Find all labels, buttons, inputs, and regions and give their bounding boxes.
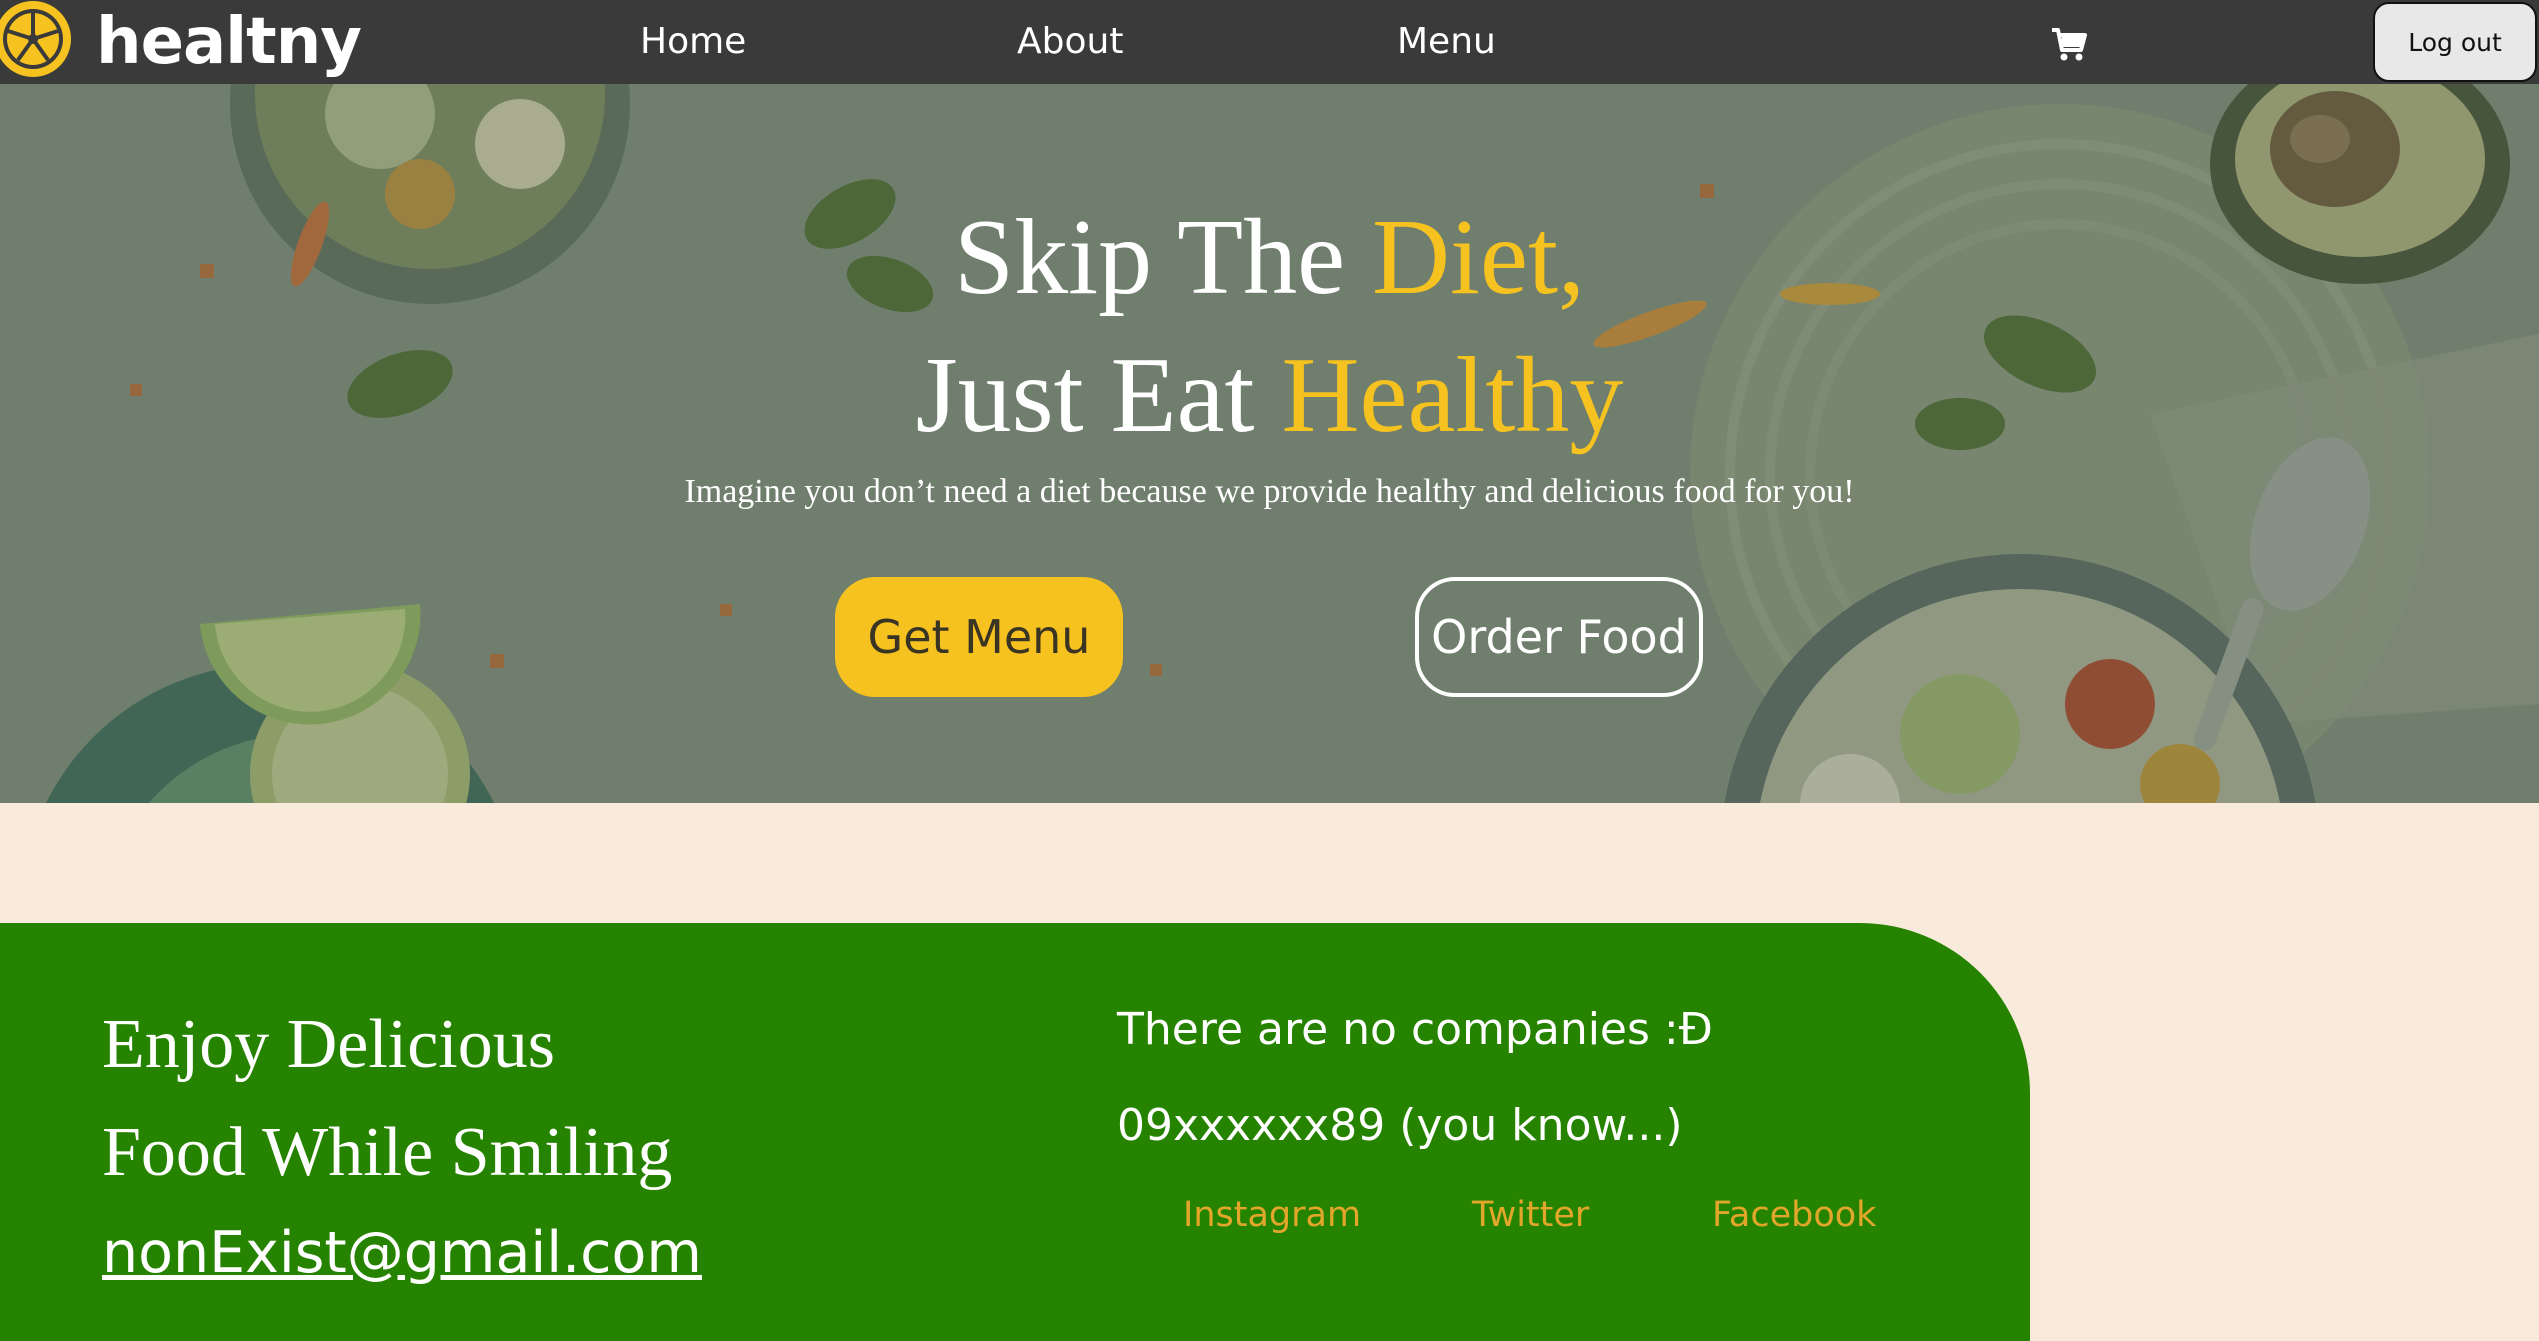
order-food-button[interactable]: Order Food: [1415, 577, 1703, 697]
social-link-facebook[interactable]: Facebook: [1712, 1195, 1876, 1235]
top-navbar: healtny Home About Menu Log out: [0, 0, 2539, 84]
nav-link-home[interactable]: Home: [640, 20, 746, 64]
nav-link-menu[interactable]: Menu: [1397, 20, 1496, 64]
hero-title-line-2: Just Eat Healthy: [0, 336, 2539, 456]
nav-link-about[interactable]: About: [1017, 20, 1123, 64]
logout-button[interactable]: Log out: [2373, 2, 2537, 82]
social-link-twitter[interactable]: Twitter: [1472, 1195, 1589, 1235]
hero-title-highlight-healthy: Healthy: [1281, 336, 1624, 455]
hero-subtitle: Imagine you don’t need a diet because we…: [684, 473, 1855, 510]
footer-email-link[interactable]: nonExist@gmail.com: [102, 1221, 702, 1285]
hero-title-line-2-text: Just Eat: [915, 336, 1282, 455]
social-link-instagram[interactable]: Instagram: [1183, 1195, 1361, 1235]
hero-title-line-1-text: Skip The: [954, 198, 1373, 317]
brand-logo-text[interactable]: healtny: [96, 6, 362, 78]
get-menu-button[interactable]: Get Menu: [835, 577, 1123, 697]
hero-title-line-1: Skip The Diet,: [0, 198, 2539, 318]
hero-title-highlight-diet: Diet,: [1372, 198, 1585, 317]
cart-icon[interactable]: [2050, 26, 2088, 62]
footer-companies-text: There are no companies :Đ: [1117, 1004, 1713, 1055]
hero-section: Skip The Diet, Just Eat Healthy Imagine …: [0, 84, 2539, 803]
footer-section: Enjoy Delicious Food While Smiling nonEx…: [0, 923, 2030, 1341]
lemon-logo-icon[interactable]: [0, 0, 78, 84]
footer-headline-line-1: Enjoy Delicious: [102, 1006, 555, 1083]
footer-headline-line-2: Food While Smiling: [102, 1114, 673, 1191]
footer-phone-text: 09xxxxxx89 (you know...): [1117, 1100, 1683, 1151]
